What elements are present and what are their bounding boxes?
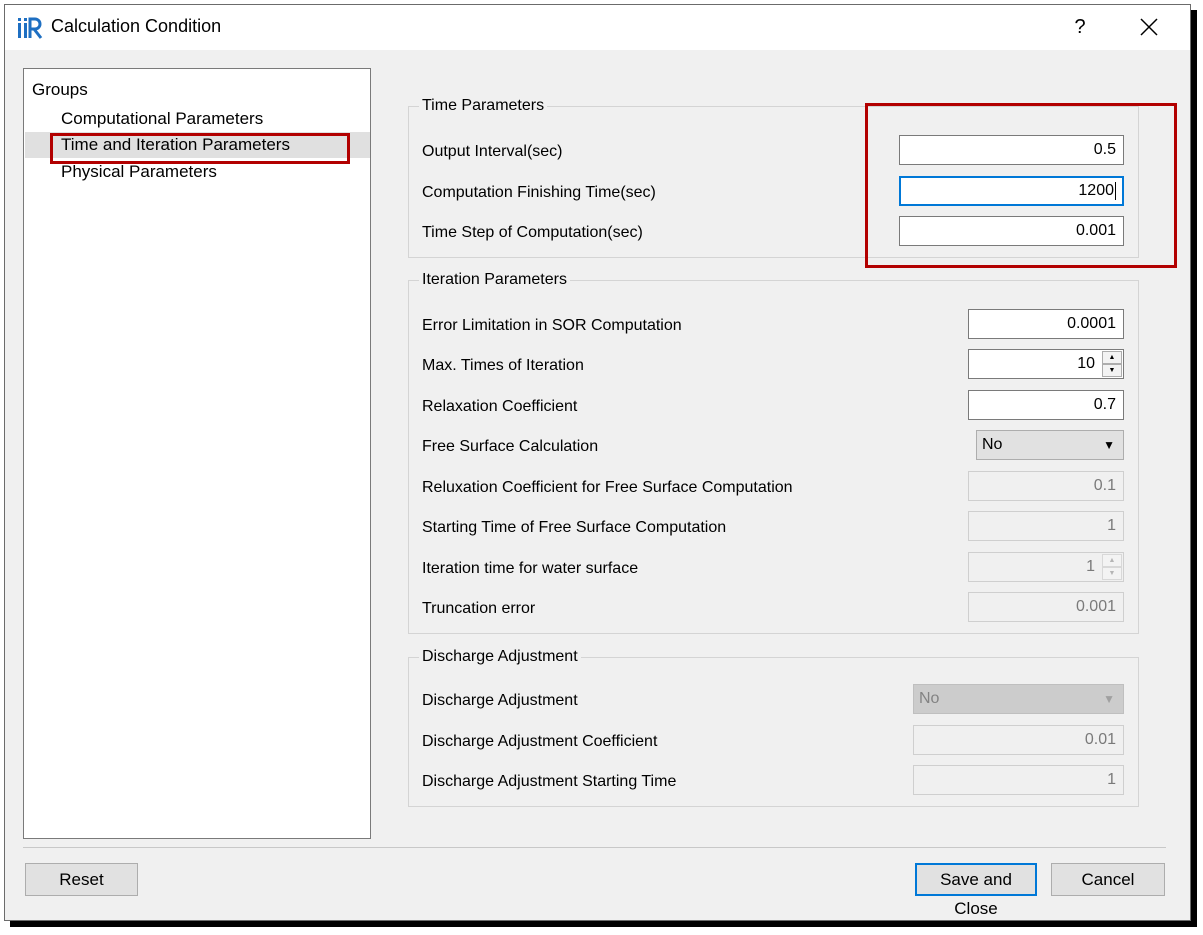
truncation-error-label: Truncation error [422,600,536,617]
spin-up-icon: ▲ [1102,554,1122,567]
discharge-adjustment-coefficient-input: 0.01 [913,725,1124,755]
iteration-parameters-group: Iteration Parameters Error Limitation in… [408,270,1139,634]
truncation-error-value: 0.001 [1075,598,1116,615]
iteration-time-water-surface-label: Iteration time for water surface [422,560,639,577]
save-and-close-button[interactable]: Save and Close [915,863,1037,918]
title-bar: Calculation Condition ? [5,5,1190,50]
starting-time-free-surface-value: 1 [1107,517,1116,534]
discharge-adjustment-value: No [919,690,940,707]
time-step-label: Time Step of Computation(sec) [422,224,643,241]
tree-item-physical-parameters[interactable]: Physical Parameters [61,162,217,182]
discharge-adjustment-title: Discharge Adjustment [419,647,581,667]
starting-time-free-surface-input: 1 [968,511,1124,541]
help-button[interactable]: ? [1065,11,1095,43]
free-surface-calculation-select[interactable]: No ▼ [976,430,1124,460]
chevron-down-icon: ▼ [1103,692,1115,706]
max-iterations-spinbox[interactable]: 10 ▲ ▼ [968,349,1124,379]
reluxation-coefficient-free-surface-input: 0.1 [968,471,1124,501]
tree-header-groups: Groups [32,80,88,99]
truncation-error-input: 0.001 [968,592,1124,622]
spin-down-icon[interactable]: ▼ [1102,364,1122,377]
spin-up-icon[interactable]: ▲ [1102,351,1122,364]
selection-highlight-annotation [50,133,350,164]
error-limitation-label: Error Limitation in SOR Computation [422,317,682,334]
free-surface-calculation-label: Free Surface Calculation [422,438,599,455]
reset-button[interactable]: Reset [25,863,138,896]
discharge-adjustment-coefficient-label: Discharge Adjustment Coefficient [422,733,658,750]
reluxation-coefficient-free-surface-value: 0.1 [1093,477,1116,494]
iteration-time-stepper: ▲ ▼ [1102,554,1122,580]
discharge-adjustment-starting-time-label: Discharge Adjustment Starting Time [422,773,677,790]
iteration-parameters-title: Iteration Parameters [419,270,570,290]
relaxation-coefficient-value: 0.7 [1093,396,1116,413]
max-iterations-value: 10 [1077,355,1095,372]
iteration-time-water-surface-spinbox: 1 ▲ ▼ [968,552,1124,582]
error-limitation-input[interactable]: 0.0001 [968,309,1124,339]
dialog-title: Calculation Condition [51,16,222,36]
computation-finishing-time-label: Computation Finishing Time(sec) [422,184,656,201]
discharge-adjustment-starting-time-input: 1 [913,765,1124,795]
time-inputs-highlight-annotation [865,103,1177,268]
free-surface-calculation-value: No [982,436,1003,453]
error-limitation-value: 0.0001 [1067,315,1116,332]
starting-time-free-surface-label: Starting Time of Free Surface Computatio… [422,519,727,536]
footer-divider [23,847,1166,848]
max-iterations-stepper[interactable]: ▲ ▼ [1102,351,1122,377]
discharge-adjustment-coefficient-value: 0.01 [1084,731,1116,748]
discharge-adjustment-group: Discharge Adjustment Discharge Adjustmen… [408,647,1139,807]
close-icon [1140,18,1158,36]
discharge-adjustment-label: Discharge Adjustment [422,692,578,709]
discharge-adjustment-select: No ▼ [913,684,1124,714]
tree-item-computational-parameters[interactable]: Computational Parameters [61,109,263,129]
iric-app-icon [18,17,43,39]
spin-down-icon: ▼ [1102,567,1122,580]
chevron-down-icon: ▼ [1103,438,1115,452]
close-button[interactable] [1133,11,1165,43]
iteration-time-water-surface-value: 1 [1086,558,1095,575]
time-parameters-title: Time Parameters [419,96,548,116]
cancel-button[interactable]: Cancel [1051,863,1165,896]
calculation-condition-dialog: Calculation Condition ? Groups Computati… [4,4,1191,921]
max-iterations-label: Max. Times of Iteration [422,357,584,374]
groups-tree: Groups Computational Parameters Time and… [23,68,371,839]
output-interval-label: Output Interval(sec) [422,143,563,160]
reluxation-coefficient-free-surface-label: Reluxation Coefficient for Free Surface … [422,479,793,496]
relaxation-coefficient-label: Relaxation Coefficient [422,398,578,415]
relaxation-coefficient-input[interactable]: 0.7 [968,390,1124,420]
discharge-adjustment-starting-time-value: 1 [1107,771,1116,788]
